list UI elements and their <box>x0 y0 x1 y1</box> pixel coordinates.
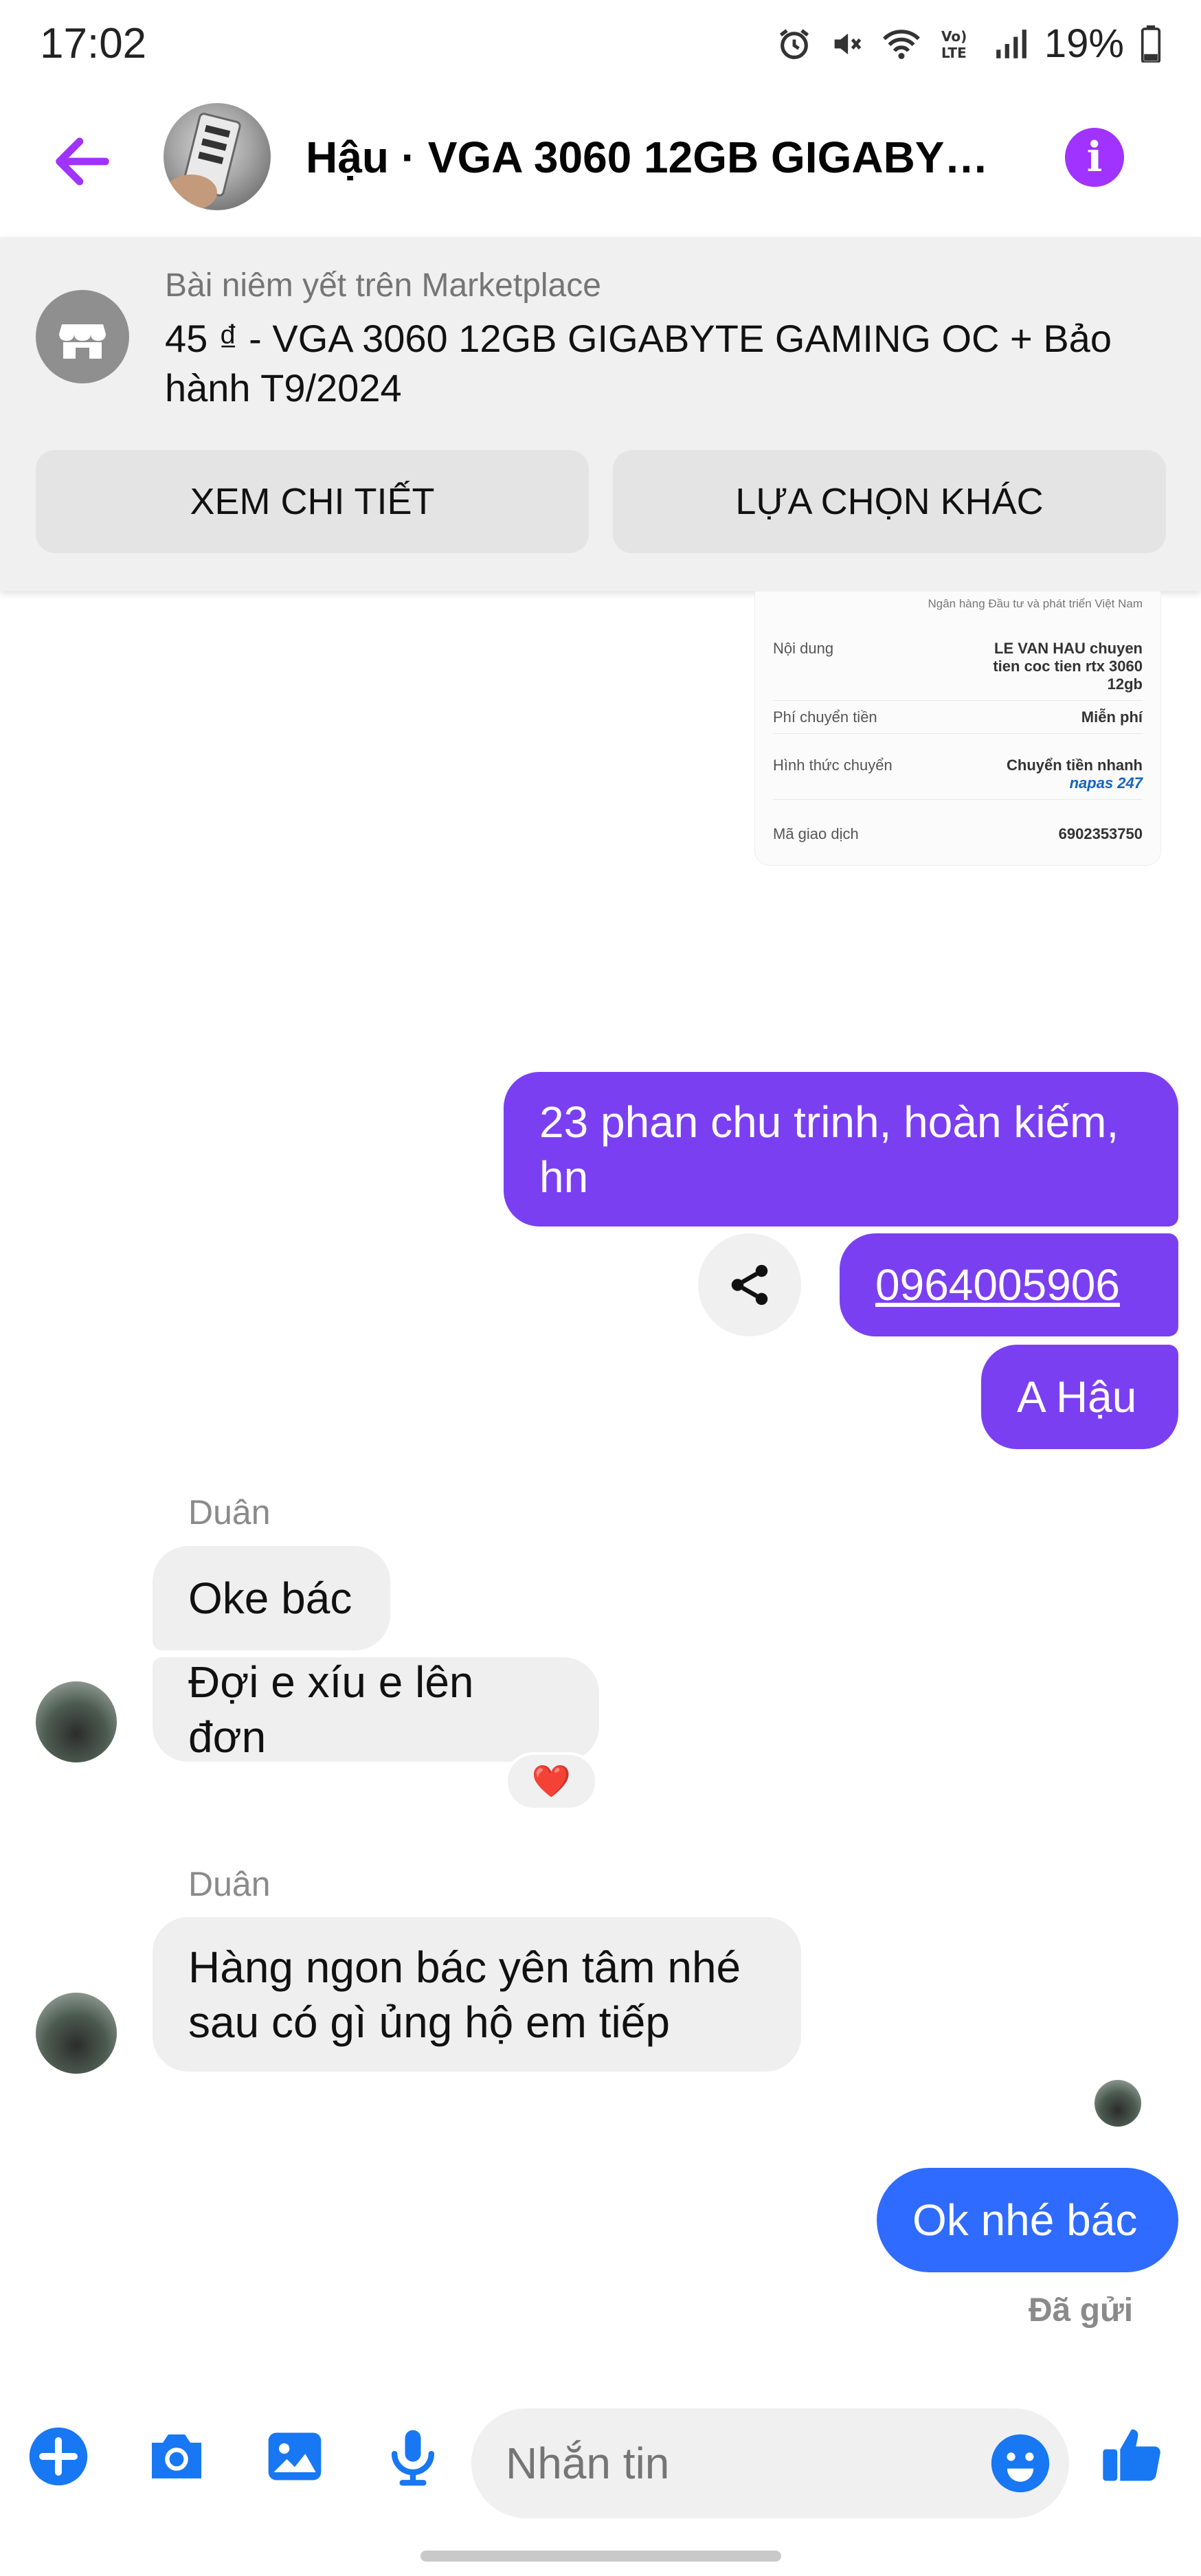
message-bubble-sent[interactable]: 23 phan chu trinh, hoàn kiếm, hn <box>504 1072 1178 1227</box>
wifi-icon <box>882 29 920 59</box>
camera-icon <box>152 2434 201 2478</box>
phone-link[interactable]: 0964005906 <box>875 1257 1120 1312</box>
receipt-value: LE VAN HAU chuyen tien coc tien rtx 3060… <box>993 640 1143 693</box>
conversation-avatar[interactable] <box>164 103 271 210</box>
contact-avatar[interactable] <box>36 1681 117 1762</box>
message-text: 23 phan chu trinh, hoàn kiếm, hn <box>539 1097 1119 1202</box>
contact-avatar[interactable] <box>36 1993 117 2074</box>
message-text: Oke bác <box>188 1573 352 1623</box>
signal-icon <box>996 29 1026 58</box>
share-icon <box>731 1264 768 1306</box>
heart-reaction[interactable]: ❤️ <box>505 1752 598 1811</box>
message-bubble-received[interactable]: Đợi e xíu e lên đơn <box>153 1657 599 1762</box>
message-bubble-sent[interactable]: Ok nhé bác <box>877 2168 1178 2272</box>
receipt-label: Mã giao dịch <box>773 825 859 842</box>
thumbs-up-icon <box>1103 2429 1160 2481</box>
battery-icon <box>1141 25 1161 63</box>
camera-button[interactable] <box>139 2419 214 2494</box>
gallery-button[interactable] <box>257 2419 333 2494</box>
receipt-label: Nội dung <box>773 640 834 657</box>
status-bar: 17:02 Vo) LTE 19% <box>0 0 1201 89</box>
receipt-row: Mã giao dịch 6902353750 <box>773 825 1143 850</box>
message-input[interactable] <box>471 2408 1069 2518</box>
message-bubble-sent[interactable]: 0964005906 <box>840 1233 1178 1336</box>
voice-button[interactable] <box>375 2419 451 2494</box>
seen-indicator-avatar <box>1095 2080 1141 2127</box>
like-button[interactable] <box>1094 2417 1169 2493</box>
status-time: 17:02 <box>40 20 147 67</box>
info-icon: i <box>1086 133 1103 181</box>
mute-icon <box>834 33 862 54</box>
marketplace-subtitle: Bài niêm yết trên Marketplace <box>165 267 601 304</box>
receipt-row: Nội dung LE VAN HAU chuyen tien coc tien… <box>773 640 1143 701</box>
message-text: Ok nhé bác <box>912 2195 1138 2245</box>
receipt-row: Phí chuyển tiền Miễn phí <box>773 708 1143 734</box>
other-options-button[interactable]: LỰA CHỌN KHÁC <box>613 450 1166 553</box>
delivery-status: Đã gửi <box>1029 2292 1134 2329</box>
arrow-left-icon <box>56 137 109 186</box>
marketplace-store-icon <box>36 290 129 383</box>
gpu-product-photo <box>165 113 241 210</box>
message-bubble-sent[interactable]: A Hậu <box>981 1345 1178 1449</box>
message-bubble-received[interactable]: Oke bác <box>153 1546 390 1650</box>
share-icon <box>629 601 666 642</box>
emoji-icon <box>991 2434 1050 2493</box>
marketplace-listing-title[interactable]: 45 ₫ - VGA 3060 12GB GIGABYTE GAMING OC … <box>165 314 1154 413</box>
info-button[interactable]: i <box>1065 128 1124 187</box>
share-button-phone[interactable] <box>698 1233 801 1336</box>
sender-name: Duân <box>188 1865 271 1903</box>
microphone-icon <box>391 2430 435 2486</box>
message-bubble-received[interactable]: Hàng ngon bác yên tâm nhé sau có gì ủng … <box>153 1917 801 2072</box>
receipt-row: Hình thức chuyển Chuyển tiền nhanh napas… <box>773 757 1143 800</box>
view-details-button[interactable]: XEM CHI TIẾT <box>36 450 589 553</box>
payment-receipt-image[interactable]: Ngân hàng Đầu tư và phát triển Việt Nam … <box>754 591 1161 866</box>
battery-percent: 19% <box>1044 21 1124 66</box>
svg-text:LTE: LTE <box>941 45 967 61</box>
home-indicator[interactable] <box>420 2551 781 2562</box>
plus-icon <box>29 2427 88 2486</box>
message-text: Hàng ngon bác yên tâm nhé sau có gì ủng … <box>188 1942 741 2047</box>
receipt-value: Chuyển tiền nhanh <box>1007 757 1143 774</box>
receipt-value: Miễn phí <box>1081 708 1143 726</box>
receipt-label: Phí chuyển tiền <box>773 708 877 726</box>
image-icon <box>268 2432 322 2480</box>
back-button[interactable] <box>48 127 117 196</box>
receipt-value: 6902353750 <box>1058 825 1143 842</box>
napas-logo: napas 247 <box>1069 774 1143 792</box>
volte-icon: Vo)LTE <box>941 28 967 61</box>
receipt-bank: Ngân hàng Đầu tư và phát triển Việt Nam <box>928 597 1143 610</box>
plus-button[interactable] <box>21 2419 96 2494</box>
alarm-icon <box>779 28 809 59</box>
message-text: A Hậu <box>1017 1372 1137 1422</box>
sender-name: Duân <box>188 1493 271 1532</box>
conversation-title[interactable]: Hậu · VGA 3060 12GB GIGABYTE GAMING OC +… <box>306 132 1007 183</box>
message-text: Đợi e xíu e lên đơn <box>188 1657 474 1762</box>
receipt-label: Hình thức chuyển <box>773 757 893 774</box>
emoji-button[interactable] <box>983 2426 1058 2501</box>
svg-text:Vo): Vo) <box>941 28 967 45</box>
status-icons: Vo) LTE 19% <box>776 21 1161 67</box>
